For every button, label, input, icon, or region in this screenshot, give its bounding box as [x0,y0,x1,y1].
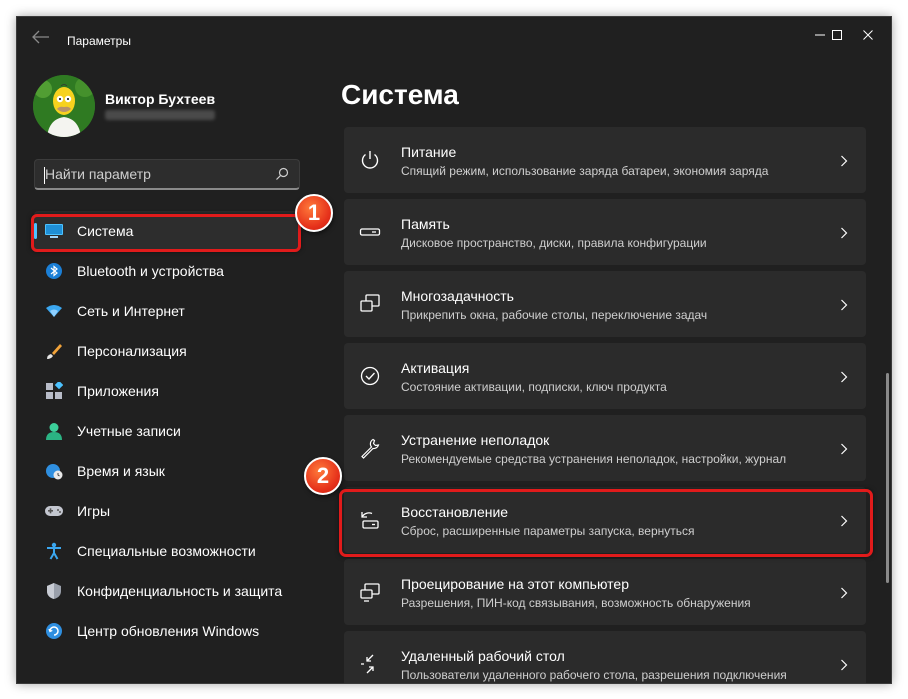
highlight-frame-system [31,214,301,252]
sidebar-item-label: Персонализация [77,343,187,359]
sidebar-item-gaming[interactable]: Игры [34,491,300,531]
sidebar-item-label: Время и язык [77,463,165,479]
sidebar-item-label: Игры [77,503,111,519]
scrollbar-thumb[interactable] [886,373,889,583]
chevron-right-icon [840,586,848,599]
sidebar-item-privacy[interactable]: Конфиденциальность и защита [34,571,300,611]
search-icon[interactable] [275,167,289,181]
apps-icon [44,381,64,401]
sidebar-item-personalization[interactable]: Персонализация [34,331,300,371]
accessibility-icon [44,541,64,561]
user-email-blurred [105,110,215,120]
card-description: Пользователи удаленного рабочего стола, … [401,668,787,682]
card-remote-desktop[interactable]: Удаленный рабочий стол Пользователи удал… [344,631,866,683]
sidebar-item-label: Bluetooth и устройства [77,263,224,279]
card-description: Дисковое пространство, диски, правила ко… [401,236,707,250]
settings-window: Параметры Виктор Бухтеев Найти параметр … [16,16,892,684]
card-troubleshoot[interactable]: Устранение неполадок Рекомендуемые средс… [344,415,866,481]
chevron-right-icon [840,370,848,383]
avatar[interactable] [33,75,95,137]
card-storage[interactable]: Память Дисковое пространство, диски, пра… [344,199,866,265]
card-title: Проецирование на этот компьютер [401,576,629,592]
sidebar-item-label: Сеть и Интернет [77,303,185,319]
card-title: Активация [401,360,470,376]
chevron-right-icon [840,658,848,671]
sidebar-item-label: Приложения [77,383,159,399]
sidebar-item-label: Центр обновления Windows [77,623,260,639]
sidebar-item-label: Конфиденциальность и защита [77,583,283,599]
account-icon [44,421,64,441]
storage-icon [359,221,381,243]
step-badge-1: 1 [295,194,333,232]
sidebar-item-apps[interactable]: Приложения [34,371,300,411]
chevron-right-icon [840,154,848,167]
sidebar-item-network[interactable]: Сеть и Интернет [34,291,300,331]
title-bar: Параметры [17,17,891,57]
multitasking-icon [359,293,381,315]
app-title: Параметры [67,34,131,48]
card-title: Устранение неполадок [401,432,550,448]
chevron-right-icon [840,226,848,239]
sidebar-item-bluetooth[interactable]: Bluetooth и устройства [34,251,300,291]
bluetooth-icon [44,261,64,281]
card-description: Прикрепить окна, рабочие столы, переключ… [401,308,708,322]
card-description: Рекомендуемые средства устранения непола… [401,452,787,466]
remote-desktop-icon [359,653,381,675]
shield-icon [44,581,64,601]
card-title: Удаленный рабочий стол [401,648,565,664]
settings-card-list: Питание Спящий режим, использование заря… [344,127,866,683]
card-multitasking[interactable]: Многозадачность Прикрепить окна, рабочие… [344,271,866,337]
globe-clock-icon [44,461,64,481]
brush-icon [44,341,64,361]
update-icon [44,621,64,641]
page-title: Система [341,79,459,110]
card-description: Разрешения, ПИН-код связывания, возможно… [401,596,751,610]
card-activation[interactable]: Активация Состояние активации, подписки,… [344,343,866,409]
sidebar-item-accounts[interactable]: Учетные записи [34,411,300,451]
card-projection[interactable]: Проецирование на этот компьютер Разрешен… [344,559,866,625]
sidebar-item-time-language[interactable]: Время и язык [34,451,300,491]
card-description: Спящий режим, использование заряда батар… [401,164,769,178]
card-power[interactable]: Питание Спящий режим, использование заря… [344,127,866,193]
chevron-right-icon [840,298,848,311]
search-box[interactable] [34,159,300,190]
sidebar-item-label: Учетные записи [77,423,181,439]
card-description: Состояние активации, подписки, ключ прод… [401,380,667,394]
sidebar-item-windows-update[interactable]: Центр обновления Windows [34,611,300,651]
back-arrow-icon[interactable] [31,30,51,44]
chevron-right-icon [840,442,848,455]
close-button[interactable] [853,25,883,45]
projection-icon [359,581,381,603]
user-name: Виктор Бухтеев [105,91,216,107]
highlight-frame-recovery [339,489,873,557]
sidebar-item-accessibility[interactable]: Специальные возможности [34,531,300,571]
step-badge-2: 2 [304,457,342,495]
sidebar-item-label: Специальные возможности [77,543,256,559]
card-title: Память [401,216,450,232]
card-title: Многозадачность [401,288,514,304]
gamepad-icon [44,501,64,521]
power-icon [359,149,381,171]
card-title: Питание [401,144,457,160]
activation-icon [359,365,381,387]
wrench-icon [359,437,381,459]
maximize-button[interactable] [822,25,852,45]
sidebar-nav: Система Bluetooth и устройства Сеть и Ин… [34,211,300,651]
wifi-icon [44,301,64,321]
search-input[interactable] [45,165,265,183]
